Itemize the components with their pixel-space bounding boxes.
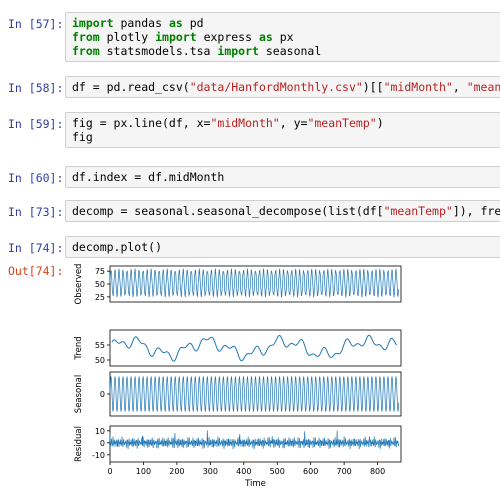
panel-ylabel: Trend — [74, 336, 84, 360]
code-string: "data/HanfordMonthly.csv" — [189, 80, 363, 94]
cell-prompt: In [60]: — [8, 171, 64, 185]
code-line: decomp.plot() — [72, 240, 500, 254]
code-line: from plotly import express as px — [72, 30, 500, 44]
x-axis-label: Time — [244, 479, 266, 489]
code-cell[interactable]: fig = px.line(df, x="midMonth", y="meanT… — [65, 112, 500, 148]
code-line: df.index = df.midMonth — [72, 170, 500, 184]
panel-ylabel: Residual — [74, 426, 84, 462]
code-string: "meanTemp" — [383, 204, 453, 218]
panel-ylabel: Observed — [74, 264, 84, 305]
code-text: , y= — [279, 116, 308, 130]
y-tick-label: -10 — [92, 451, 105, 460]
y-tick-label: 50 — [95, 280, 105, 289]
code-text: pd — [182, 16, 204, 30]
code-text: df = pd.read_csv( — [72, 80, 190, 94]
output-prompt: Out[74]: — [8, 264, 64, 278]
code-cell[interactable]: decomp = seasonal.seasonal_decompose(lis… — [65, 200, 500, 222]
x-tick-label: 800 — [370, 467, 385, 476]
x-tick-label: 500 — [270, 467, 285, 476]
x-tick-label: 0 — [107, 467, 112, 476]
code-text: )[[ — [362, 80, 384, 94]
x-tick-label: 200 — [169, 467, 184, 476]
code-text: express — [196, 30, 259, 44]
code-line: decomp = seasonal.seasonal_decompose(lis… — [72, 204, 500, 218]
series-line — [111, 334, 398, 362]
y-tick-label: 25 — [95, 293, 105, 302]
code-string: "midMonth" — [383, 80, 453, 94]
code-text: , — [452, 80, 467, 94]
code-string: "meanTemp — [466, 80, 500, 94]
code-cell[interactable]: import pandas as pd from plotly import ex… — [65, 12, 500, 62]
code-text: statsmodels.tsa — [99, 44, 218, 58]
code-text: pandas — [113, 16, 169, 30]
code-text: plotly — [99, 30, 156, 44]
code-cell[interactable]: df = pd.read_csv("data/HanfordMonthly.cs… — [65, 76, 500, 98]
code-line: fig — [72, 130, 500, 144]
x-tick-label: 600 — [303, 467, 318, 476]
cell-prompt: In [58]: — [8, 81, 64, 95]
cell-prompt: In [74]: — [8, 241, 64, 255]
panel-ylabel: Seasonal — [74, 375, 84, 413]
x-tick-label: 400 — [236, 467, 251, 476]
code-string: "midMonth" — [210, 116, 280, 130]
y-tick-label: 75 — [95, 267, 105, 276]
code-keyword: import — [217, 44, 259, 58]
code-text: df.index = df.midMonth — [72, 170, 225, 184]
code-text: fig = px.line(df, x= — [72, 116, 211, 130]
code-keyword: as — [168, 16, 183, 30]
code-line: import pandas as pd — [72, 16, 500, 30]
code-text: decomp = seasonal.seasonal_decompose(lis… — [72, 204, 384, 218]
code-keyword: as — [258, 30, 273, 44]
y-tick-label: 0 — [100, 439, 105, 448]
code-keyword: from — [72, 30, 100, 44]
code-keyword: import — [155, 30, 197, 44]
series-line — [109, 430, 400, 450]
cell-prompt: In [73]: — [8, 205, 64, 219]
code-text: seasonal — [258, 44, 322, 58]
code-keyword: from — [72, 44, 100, 58]
code-text: fig — [72, 130, 93, 144]
code-text: decomp.plot() — [72, 240, 163, 254]
x-tick-label: 300 — [203, 467, 218, 476]
decomposition-figure: Observed 25 50 75 Trend 50 55 Seasonal 0 Residual… — [74, 264, 402, 489]
code-cell[interactable]: decomp.plot() — [65, 236, 500, 258]
code-text: px — [272, 30, 294, 44]
cell-prompt: In [59]: — [8, 117, 64, 131]
y-tick-label: 55 — [95, 341, 105, 350]
code-line: df = pd.read_csv("data/HanfordMonthly.cs… — [72, 80, 500, 94]
code-keyword: import — [72, 16, 114, 30]
x-tick-label: 100 — [136, 467, 151, 476]
code-line: fig = px.line(df, x="midMonth", y="meanT… — [72, 116, 500, 130]
series-line — [109, 376, 400, 412]
y-tick-label: 0 — [100, 390, 105, 399]
y-tick-label: 10 — [95, 427, 105, 436]
code-cell[interactable]: df.index = df.midMonth — [65, 166, 500, 188]
code-text: ) — [376, 116, 384, 130]
code-text: ]), freq=1 — [452, 204, 500, 218]
code-line: from statsmodels.tsa import seasonal — [72, 44, 500, 58]
x-tick-label: 700 — [336, 467, 351, 476]
code-string: "meanTemp" — [307, 116, 377, 130]
y-tick-label: 50 — [95, 356, 105, 365]
cell-prompt: In [57]: — [8, 17, 64, 31]
series-line — [109, 268, 400, 298]
